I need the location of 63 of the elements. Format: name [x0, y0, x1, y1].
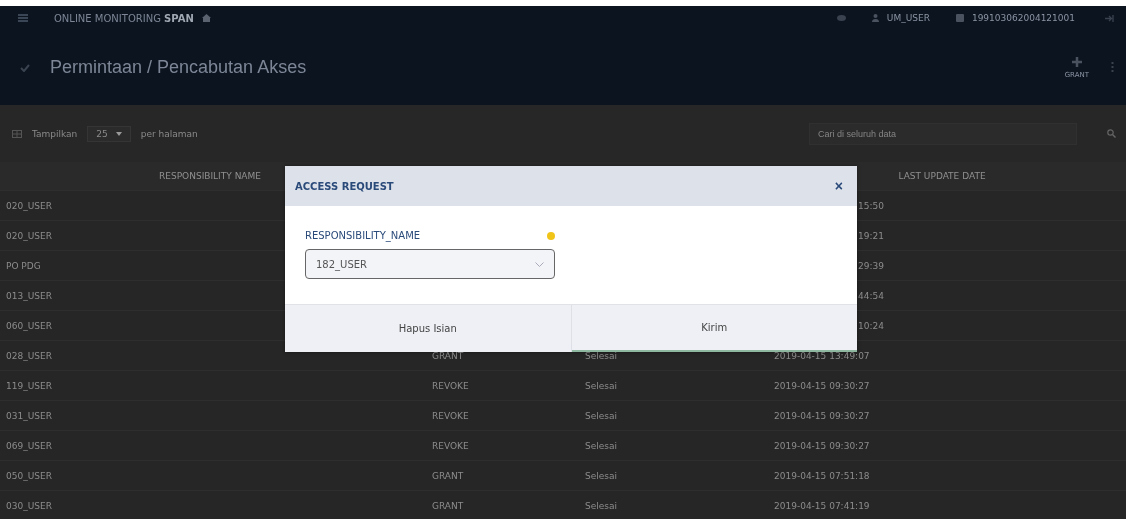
table-cell: 2019-04-15 09:30:27 [774, 410, 870, 421]
field-label: RESPONSIBILITY_NAME [305, 230, 421, 241]
clear-button[interactable]: Hapus Isian [285, 305, 572, 352]
more-icon[interactable] [1111, 61, 1114, 74]
table-cell: 069_USER [6, 440, 52, 451]
table-cell: GRANT [432, 500, 464, 511]
table-cell: 29:39 [858, 260, 884, 271]
table-cell: Selesai [585, 440, 617, 451]
table-cell: Selesai [585, 380, 617, 391]
responsibility-dropdown[interactable]: 182_USER [305, 249, 555, 279]
table-cell: REVOKE [432, 380, 469, 391]
chat-icon[interactable] [836, 14, 846, 22]
search-field[interactable]: Cari di seluruh data [809, 122, 1077, 145]
table-cell: Selesai [585, 350, 617, 361]
home-icon [201, 14, 211, 22]
table-cell: 028_USER [6, 350, 52, 361]
table-cell: 013_USER [6, 290, 52, 301]
table-cell: PO PDG [6, 260, 41, 271]
table-cell: 020_USER [6, 200, 52, 211]
table-cell: 2019-04-15 07:41:19 [774, 500, 870, 511]
column-header: LAST UPDATE DATE [898, 171, 986, 181]
close-button[interactable]: × [830, 178, 847, 194]
page-size-select[interactable]: 25 [87, 125, 131, 142]
table-cell: Selesai [585, 410, 617, 421]
table-cell: GRANT [432, 350, 464, 361]
check-icon [20, 63, 30, 72]
page-title: Permintaan / Pencabutan Akses [50, 57, 307, 78]
table-cell: 2019-04-15 09:30:27 [774, 380, 870, 391]
table-icon [12, 129, 22, 138]
table-cell: 2019-04-15 13:49:07 [774, 350, 870, 361]
table-cell: 119_USER [6, 380, 52, 391]
show-label: Tampilkan [32, 128, 78, 139]
user-id: 199103062004121001 [971, 13, 1075, 23]
plus-icon [1071, 56, 1082, 67]
per-page-label: per halaman [140, 128, 198, 139]
table-cell: 060_USER [6, 320, 52, 331]
table-cell: 15:50 [858, 200, 884, 211]
logout-icon[interactable] [1105, 14, 1114, 22]
table-cell: 2019-04-15 07:51:18 [774, 470, 870, 481]
app-title: ONLINE MONITORING SPAN [54, 12, 194, 24]
table-cell: Selesai [585, 470, 617, 481]
table-cell: 020_USER [6, 230, 52, 241]
info-icon [547, 231, 555, 240]
column-header: RESPONSIBILITY NAME [159, 171, 261, 181]
table-cell: 2019-04-15 09:30:27 [774, 440, 870, 451]
search-icon[interactable] [1107, 129, 1116, 138]
table-cell: 030_USER [6, 500, 52, 511]
table-cell: 44:54 [858, 290, 884, 301]
table-cell: Selesai [585, 500, 617, 511]
table-cell: REVOKE [432, 410, 469, 421]
table-cell: GRANT [432, 470, 464, 481]
table-cell: 19:21 [858, 230, 884, 241]
user-icon [871, 14, 879, 22]
table-cell: 031_USER [6, 410, 52, 421]
table-cell: 10:24 [858, 320, 884, 331]
user-name: UM_USER [886, 13, 930, 23]
chevron-icon [535, 261, 544, 267]
menu-icon[interactable] [18, 14, 28, 22]
caret-icon [115, 131, 122, 136]
table-cell: REVOKE [432, 440, 469, 451]
dialog-title: ACCESS REQUEST [295, 180, 394, 192]
table-cell: 050_USER [6, 470, 52, 481]
submit-button[interactable]: Kirim [571, 305, 857, 352]
